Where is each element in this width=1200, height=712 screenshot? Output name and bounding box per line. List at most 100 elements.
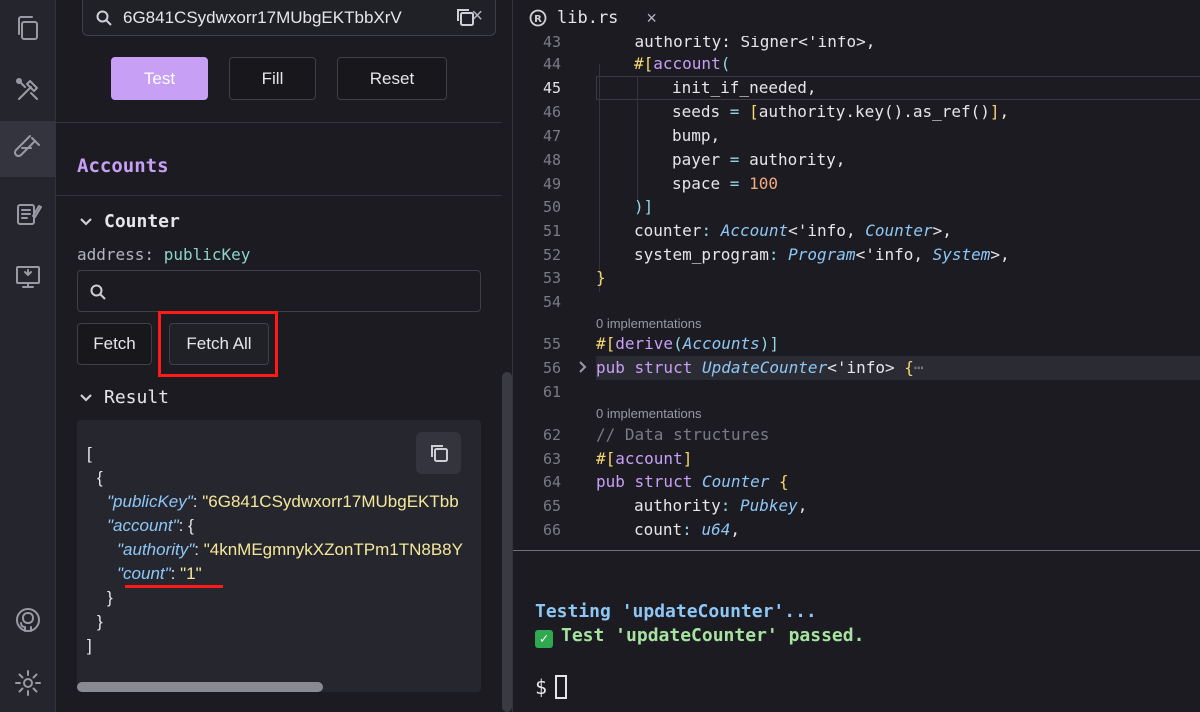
code-line: #[derive(Accounts)] bbox=[596, 334, 780, 353]
line-number: 56 bbox=[542, 359, 561, 377]
line-number: 44 bbox=[542, 55, 561, 73]
notepad-icon bbox=[17, 204, 42, 225]
code-line: pub struct UpdateCounter<'info> {⋯ bbox=[596, 358, 924, 377]
close-icon[interactable]: × bbox=[646, 8, 657, 29]
copy-icon[interactable] bbox=[454, 6, 476, 28]
line-number: 45 bbox=[542, 79, 561, 97]
terminal-prompt: $ bbox=[535, 675, 548, 699]
search-icon bbox=[90, 284, 106, 300]
build-activity[interactable] bbox=[0, 62, 56, 118]
code-line: } bbox=[596, 268, 606, 287]
settings-activity[interactable] bbox=[0, 655, 56, 711]
test-panel: 6G841CSydwxorr17MUbgEKTbbXrV × Test Fill… bbox=[56, 0, 512, 712]
test-activity[interactable] bbox=[0, 121, 56, 177]
json-bracket: ] bbox=[87, 636, 92, 655]
line-number: 49 bbox=[542, 175, 561, 193]
tab-lib-rs[interactable]: R lib.rs × bbox=[513, 0, 659, 36]
fill-button[interactable]: Fill bbox=[229, 57, 316, 100]
terminal[interactable]: Testing 'updateCounter'... ✓ Test 'update… bbox=[513, 551, 1200, 712]
copy-icon bbox=[430, 445, 448, 462]
line-number: 61 bbox=[542, 383, 561, 401]
line-number: 50 bbox=[542, 198, 561, 216]
chevron-down-icon[interactable] bbox=[79, 215, 93, 229]
count-highlight-underline bbox=[125, 585, 223, 588]
address-label: address: bbox=[77, 245, 155, 264]
codelens-implementations[interactable]: 0 implementations bbox=[596, 406, 702, 421]
terminal-line: Testing 'updateCounter'... bbox=[535, 601, 817, 622]
json-key: "publicKey" bbox=[107, 492, 193, 511]
fetch-button[interactable]: Fetch bbox=[77, 323, 152, 365]
horizontal-scrollbar[interactable] bbox=[77, 682, 323, 692]
line-number: 62 bbox=[542, 426, 561, 444]
json-count-line: "count": "1" bbox=[117, 564, 202, 583]
code-editor: R lib.rs × 43 44 45 46 47 48 49 50 51 52… bbox=[512, 0, 1200, 712]
code-line: payer = authority, bbox=[672, 150, 846, 169]
code-line: system_program: Program<'info, System>, bbox=[634, 245, 1010, 264]
code-line: seeds = [authority.key().as_ref()], bbox=[672, 102, 1010, 121]
address-type: publicKey bbox=[163, 245, 251, 264]
tab-label: lib.rs bbox=[557, 8, 619, 28]
indent-guide bbox=[637, 76, 638, 202]
line-number: 52 bbox=[542, 246, 561, 264]
code-area[interactable]: 43 44 45 46 47 48 49 50 51 52 53 54 55 5… bbox=[513, 36, 1200, 550]
notes-activity[interactable] bbox=[0, 186, 56, 242]
json-string: "6G841CSydwxorr17MUbgEKTbb bbox=[202, 492, 459, 511]
line-number: 48 bbox=[542, 151, 561, 169]
json-account-line: "account": { bbox=[107, 516, 194, 535]
json-string: "4knMEgmnykXZonTPm1TN8B8Y bbox=[203, 540, 463, 559]
account-name-counter[interactable]: Counter bbox=[104, 211, 180, 232]
code-line: )] bbox=[634, 197, 654, 216]
reset-button[interactable]: Reset bbox=[337, 57, 447, 100]
chevron-right-icon[interactable] bbox=[577, 358, 591, 373]
json-brace: } bbox=[97, 612, 103, 631]
line-number: 43 bbox=[542, 36, 561, 51]
program-address-value: 6G841CSydwxorr17MUbgEKTbbXrV bbox=[123, 7, 402, 27]
terminal-line-success: ✓ Test 'updateCounter' passed. bbox=[535, 625, 864, 648]
line-number: 64 bbox=[542, 473, 561, 491]
svg-text:R: R bbox=[534, 14, 542, 25]
json-key: "account" bbox=[107, 516, 179, 535]
vertical-scrollbar[interactable] bbox=[502, 372, 512, 712]
divider bbox=[56, 195, 502, 196]
copy-files-icon bbox=[18, 16, 38, 40]
checkmark-icon: ✓ bbox=[535, 630, 553, 648]
monitor-icon bbox=[16, 266, 40, 288]
json-brace: } bbox=[107, 588, 113, 607]
terminal-prompt-line[interactable]: $ bbox=[535, 675, 568, 699]
code-line: init_if_needed, bbox=[672, 78, 817, 97]
terminal-cursor bbox=[555, 675, 568, 699]
fetch-all-highlight-box bbox=[158, 311, 278, 377]
line-number: 54 bbox=[542, 293, 561, 311]
code-line: #[account( bbox=[634, 54, 731, 73]
github-icon bbox=[16, 608, 40, 632]
deploy-activity[interactable] bbox=[0, 249, 56, 305]
rust-file-icon: R bbox=[529, 9, 547, 27]
test-button[interactable]: Test bbox=[111, 57, 208, 100]
search-icon bbox=[96, 10, 112, 26]
json-bracket: [ bbox=[87, 444, 92, 463]
code-line: space = 100 bbox=[672, 174, 778, 193]
github-activity[interactable] bbox=[0, 592, 56, 648]
result-heading[interactable]: Result bbox=[104, 387, 169, 408]
files-activity[interactable] bbox=[0, 0, 56, 56]
code-line: #[account] bbox=[596, 449, 693, 468]
code-line: bump, bbox=[672, 126, 721, 145]
gear-icon bbox=[15, 670, 41, 696]
codelens-implementations[interactable]: 0 implementations bbox=[596, 316, 702, 331]
result-json-box: [ { "publicKey": "6G841CSydwxorr17MUbgEK… bbox=[77, 420, 481, 692]
json-authority-line: "authority": "4knMEgmnykXZonTPm1TN8B8Y bbox=[117, 540, 463, 559]
line-number: 66 bbox=[542, 521, 561, 539]
code-line: count: u64, bbox=[634, 520, 740, 539]
line-number: 65 bbox=[542, 497, 561, 515]
line-number: 51 bbox=[542, 222, 561, 240]
json-brace: { bbox=[97, 468, 103, 487]
accounts-heading: Accounts bbox=[77, 155, 169, 177]
line-number: 55 bbox=[542, 335, 561, 353]
program-address-input[interactable]: 6G841CSydwxorr17MUbgEKTbbXrV × bbox=[82, 0, 496, 36]
json-key: "authority" bbox=[117, 540, 195, 559]
public-key-input[interactable] bbox=[77, 270, 481, 312]
json-key: "count" bbox=[117, 564, 171, 583]
line-number: 47 bbox=[542, 127, 561, 145]
copy-result-button[interactable] bbox=[416, 432, 461, 474]
chevron-down-icon[interactable] bbox=[79, 391, 93, 405]
